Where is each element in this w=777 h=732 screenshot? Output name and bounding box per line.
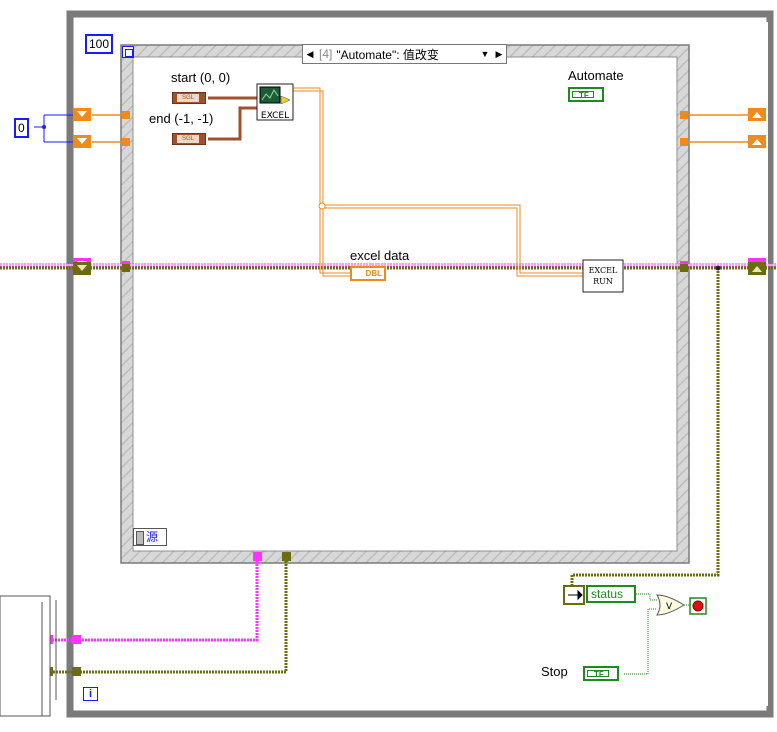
event-case-selector[interactable]: ◀ [4] "Automate": 值改变 ▼ ▶ [302,44,507,64]
selector-text: "Automate": 值改变 [336,47,439,62]
init-constant[interactable]: 0 [14,118,29,138]
selector-index: [4] [319,47,333,61]
loop-condition-terminal[interactable] [689,597,707,615]
excel-read-label: EXCEL [261,111,289,121]
stop-type: TF [594,670,604,679]
automate-type: TF [579,91,589,100]
start-control-type: SGL [177,94,199,102]
iteration-terminal: i [83,687,98,701]
excel-run-label-1: EXCEL [589,266,618,275]
event-data-node[interactable]: 源 [133,528,167,546]
selector-right-arrow-icon[interactable]: ▶ [492,49,506,60]
left-shift-register-error[interactable] [73,262,91,275]
automate-label: Automate [568,68,624,83]
right-shift-register-1[interactable] [748,108,766,121]
status-unbundle-terminal[interactable] [563,585,585,605]
left-shift-register-1[interactable] [73,108,91,121]
left-shift-register-2[interactable] [73,135,91,148]
stop-control[interactable]: TF [583,666,619,681]
start-label: start (0, 0) [171,70,231,85]
excel-data-type: DBL [365,269,382,278]
excel-data-indicator[interactable]: DBL [350,266,386,281]
event-source-label: 源 [146,530,159,544]
block-diagram: V EXCEL EXCEL RUN [0,10,777,718]
excel-run-subvi[interactable]: EXCEL RUN [582,259,624,293]
timeout-constant[interactable]: 100 [85,34,114,54]
excel-data-label: excel data [350,248,410,263]
end-label: end (-1, -1) [149,111,214,126]
selector-dropdown-icon[interactable]: ▼ [478,49,492,59]
end-control[interactable]: SGL [172,133,206,145]
selector-left-arrow-icon[interactable]: ◀ [303,49,317,60]
start-control[interactable]: SGL [172,92,206,104]
right-shift-register-2[interactable] [748,135,766,148]
excel-read-subvi[interactable]: EXCEL [256,83,294,121]
excel-run-label-2: RUN [593,277,613,286]
stop-label: Stop [541,664,568,679]
or-gate-label: V [666,602,673,612]
status-element[interactable]: status [586,585,636,603]
right-shift-register-error[interactable] [748,262,766,275]
timeout-terminal-icon[interactable] [122,46,134,58]
end-control-type: SGL [177,135,199,143]
automate-control[interactable]: TF [568,87,604,102]
